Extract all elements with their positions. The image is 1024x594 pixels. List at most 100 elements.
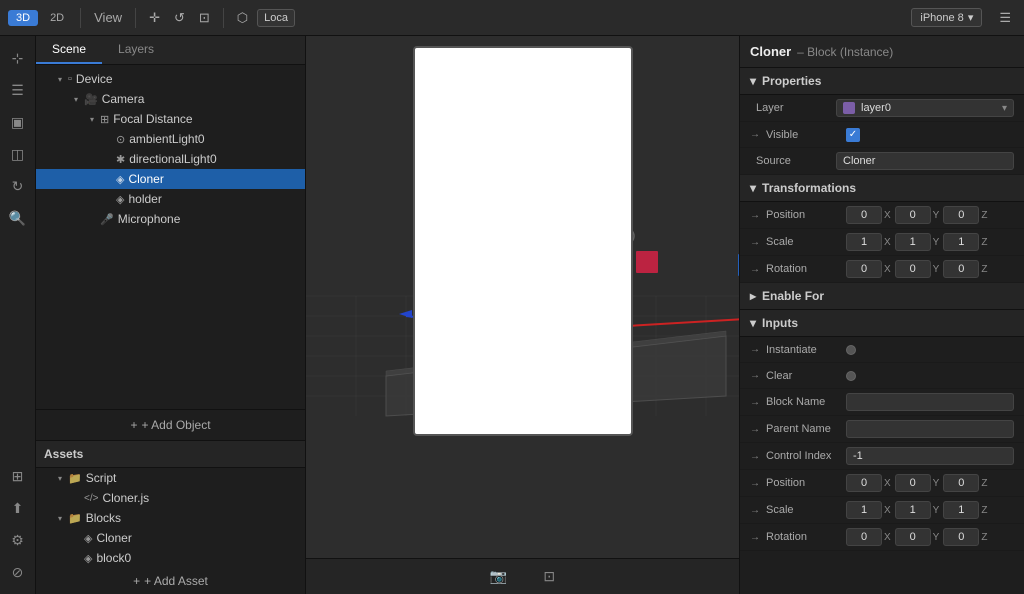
- ipos-x-input[interactable]: [846, 474, 882, 492]
- scale-x-input[interactable]: [846, 233, 882, 251]
- prop-layer-label: Layer: [756, 102, 836, 114]
- move-tool-button[interactable]: ✛: [144, 7, 165, 29]
- sidebar-icon-animation[interactable]: ↻: [4, 172, 32, 200]
- tree-item-cloner[interactable]: ▾ ◈ Cloner: [36, 169, 305, 189]
- parent-name-input[interactable]: [846, 420, 1014, 438]
- prop-inputs-scale-value: X Y Z: [846, 501, 1014, 519]
- source-input[interactable]: [836, 152, 1014, 170]
- section-properties-arrow: ▾: [750, 74, 756, 88]
- expand-icon-focal: ▾: [88, 115, 96, 123]
- tree-item-cloner-block[interactable]: ▾ ◈ Cloner: [36, 528, 305, 548]
- viewport[interactable]: 📷 ⊡: [306, 36, 739, 594]
- add-asset-button[interactable]: + + Add Asset: [36, 568, 305, 594]
- expand-blocks-icon: ▾: [56, 514, 64, 522]
- phone-preview-frame: [413, 46, 633, 436]
- iscale-x-input[interactable]: [846, 501, 882, 519]
- assets-label: Assets: [44, 447, 83, 461]
- block-name-input[interactable]: [846, 393, 1014, 411]
- tree-item-camera[interactable]: ▾ 🎥 Camera: [36, 89, 305, 109]
- visible-checkbox[interactable]: ✓: [846, 128, 860, 142]
- iscale-z-input[interactable]: [943, 501, 979, 519]
- add-object-button[interactable]: + + Add Object: [36, 409, 305, 440]
- 3d-view-button[interactable]: 3D: [8, 10, 38, 26]
- sidebar-icon-select[interactable]: ⊹: [4, 44, 32, 72]
- prop-inputs-position-value: X Y Z: [846, 474, 1014, 492]
- pos-x-axis: X: [884, 210, 891, 221]
- tree-item-script[interactable]: ▾ 📁 Script: [36, 468, 305, 488]
- instantiate-dot[interactable]: [846, 345, 856, 355]
- pos-z-input[interactable]: [943, 206, 979, 224]
- prop-inputs-scale-label: Scale: [766, 504, 846, 516]
- irot-z-input[interactable]: [943, 528, 979, 546]
- sidebar-icon-search[interactable]: 🔍: [4, 204, 32, 232]
- prop-rotation-label: Rotation: [766, 263, 846, 275]
- section-inputs-label: Inputs: [762, 316, 798, 330]
- section-properties[interactable]: ▾ Properties: [740, 68, 1024, 95]
- tree-item-holder[interactable]: ▾ ◈ holder: [36, 189, 305, 209]
- clear-dot[interactable]: [846, 371, 856, 381]
- ipos-y-input[interactable]: [895, 474, 931, 492]
- device-label: iPhone 8: [920, 12, 963, 24]
- object-icon-button[interactable]: ⬡: [232, 7, 253, 29]
- blockname-arrow: →: [750, 397, 760, 408]
- irot-y-input[interactable]: [895, 528, 931, 546]
- rotate-tool-button[interactable]: ↺: [169, 7, 190, 29]
- view-label-button[interactable]: View: [89, 7, 127, 28]
- pos-x-input[interactable]: [846, 206, 882, 224]
- tree-item-microphone[interactable]: ▾ 🎤 Microphone: [36, 209, 305, 229]
- ipos-z-input[interactable]: [943, 474, 979, 492]
- layer-select[interactable]: layer0 ▾: [836, 99, 1014, 117]
- tree-item-blocks[interactable]: ▾ 📁 Blocks: [36, 508, 305, 528]
- tab-layers[interactable]: Layers: [102, 36, 170, 64]
- top-bar: 3D 2D View ✛ ↺ ⊡ ⬡ Loca iPhone 8 ▾ ☰: [0, 0, 1024, 36]
- prop-source-label: Source: [756, 155, 836, 167]
- iscale-y-input[interactable]: [895, 501, 931, 519]
- ipos-z-axis: Z: [981, 478, 987, 489]
- rot-y-input[interactable]: [895, 260, 931, 278]
- section-transformations[interactable]: ▾ Transformations: [740, 175, 1024, 202]
- sidebar-icon-material[interactable]: ◫: [4, 140, 32, 168]
- properties-header: Cloner – Block (Instance): [740, 36, 1024, 68]
- menu-button[interactable]: ☰: [994, 7, 1016, 29]
- tree-label-script: Script: [86, 471, 117, 485]
- tree-item-directional[interactable]: ▾ ✱ directionalLight0: [36, 149, 305, 169]
- add-asset-label: + Add Asset: [144, 574, 208, 588]
- section-enable-for[interactable]: ▸ Enable For: [740, 283, 1024, 310]
- 2d-view-button[interactable]: 2D: [42, 10, 72, 26]
- section-inputs[interactable]: ▾ Inputs: [740, 310, 1024, 337]
- irot-x-input[interactable]: [846, 528, 882, 546]
- tree-label-directional: directionalLight0: [129, 152, 216, 166]
- location-selector[interactable]: Loca: [257, 9, 295, 27]
- camera-icon: 🎥: [84, 93, 98, 106]
- blocks-folder-icon: 📁: [68, 512, 82, 525]
- sidebar-icon-settings[interactable]: ⚙: [4, 526, 32, 554]
- device-selector[interactable]: iPhone 8 ▾: [911, 8, 982, 27]
- sidebar-icon-shapes[interactable]: ▣: [4, 108, 32, 136]
- tree-item-focal[interactable]: ▾ ⊞ Focal Distance: [36, 109, 305, 129]
- tab-scene[interactable]: Scene: [36, 36, 102, 64]
- scale-tool-button[interactable]: ⊡: [194, 7, 215, 29]
- view-controls: 3D 2D View ✛ ↺ ⊡ ⬡ Loca: [8, 7, 295, 29]
- control-index-input[interactable]: [846, 447, 1014, 465]
- prop-control-index-label: Control Index: [766, 450, 846, 462]
- screen-icon-button[interactable]: ⊡: [535, 564, 563, 589]
- tree-item-block0[interactable]: ▾ ◈ block0: [36, 548, 305, 568]
- scale-y-input[interactable]: [895, 233, 931, 251]
- pos-y-input[interactable]: [895, 206, 931, 224]
- sidebar-icon-export[interactable]: ⬆: [4, 494, 32, 522]
- sidebar-icon-add[interactable]: ⊞: [4, 462, 32, 490]
- scale-z-input[interactable]: [943, 233, 979, 251]
- tree-item-device[interactable]: ▾ ▫ Device: [36, 69, 305, 89]
- sidebar-icon-help[interactable]: ⊘: [4, 558, 32, 586]
- rot-z-input[interactable]: [943, 260, 979, 278]
- sidebar-icon-layers[interactable]: ☰: [4, 76, 32, 104]
- rot-x-input[interactable]: [846, 260, 882, 278]
- scale-y-axis: Y: [933, 237, 940, 248]
- ctrlindex-arrow: →: [750, 451, 760, 462]
- camera-icon-button[interactable]: 📷: [482, 564, 515, 589]
- add-object-label: + Add Object: [141, 418, 210, 432]
- tree-item-cloner-js[interactable]: ▾ </> Cloner.js: [36, 488, 305, 508]
- divider3: [223, 8, 224, 28]
- prop-rotation-value: X Y Z: [846, 260, 1014, 278]
- tree-item-ambient[interactable]: ▾ ⊙ ambientLight0: [36, 129, 305, 149]
